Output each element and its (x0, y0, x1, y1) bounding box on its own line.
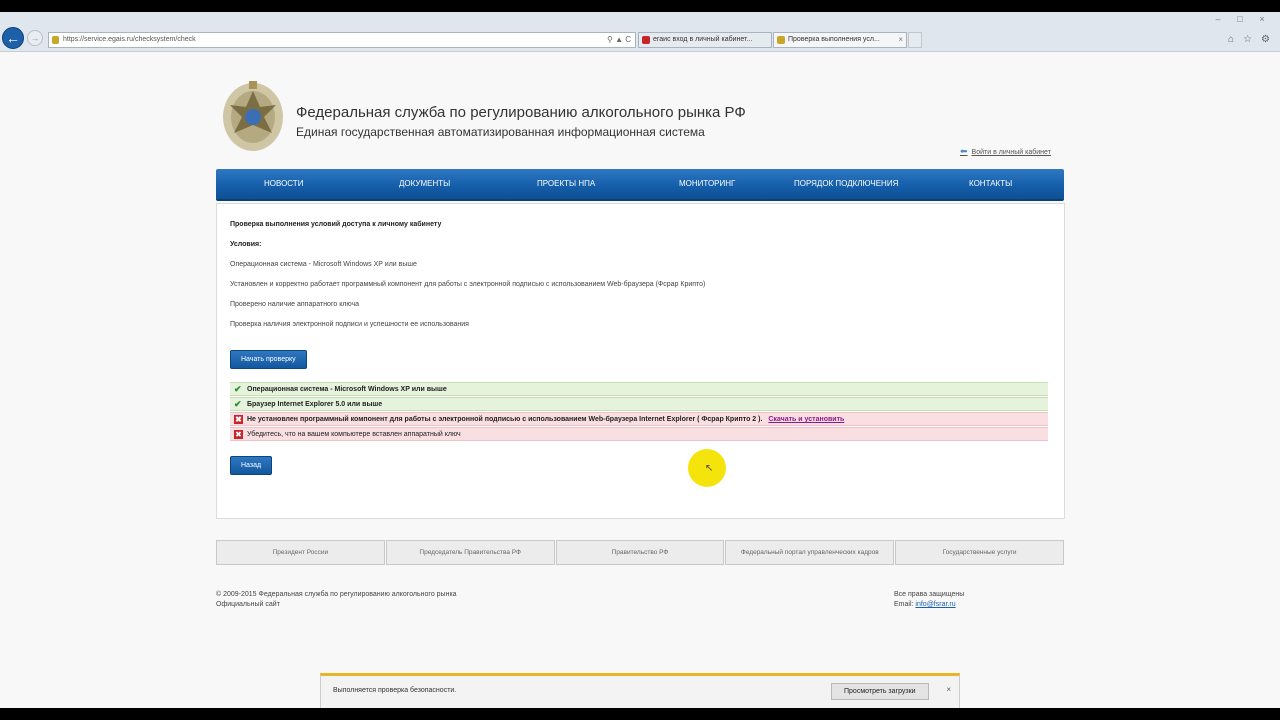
notification-bar: Выполняется проверка безопасности. Просм… (320, 673, 960, 708)
tab-label: егаис вход в личный кабинет... (653, 36, 753, 43)
browser-window: – □ × ← → https://service.egais.ru/check… (0, 12, 1280, 708)
copyright-block: © 2009-2015 Федеральная служба по регули… (216, 590, 457, 610)
result-row-ok: ✔ Браузер Internet Explorer 5.0 или выше (230, 397, 1048, 411)
download-install-link[interactable]: Скачать и установить (768, 416, 844, 423)
notification-text: Выполняется проверка безопасности. (333, 687, 457, 694)
result-row-ok: ✔ Операционная система - Microsoft Windo… (230, 382, 1048, 396)
new-tab-button[interactable] (908, 32, 922, 48)
minimize-button[interactable]: – (1208, 14, 1228, 24)
copyright-text: © 2009-2015 Федеральная служба по регули… (216, 591, 457, 598)
view-downloads-button[interactable]: Просмотреть загрузки (831, 683, 929, 700)
cursor-highlight: ↖ (688, 449, 726, 487)
tab-close-icon[interactable]: × (898, 33, 903, 47)
browser-chrome: – □ × ← → https://service.egais.ru/check… (0, 12, 1280, 52)
back-arrow-icon[interactable]: ← (2, 27, 24, 49)
page-heading: Проверка выполнения условий доступа к ли… (230, 221, 442, 228)
result-text: Не установлен программный компонент для … (247, 416, 763, 423)
address-actions-icon[interactable]: ⚲ ▲ C (607, 33, 631, 47)
condition-item: Операционная система - Microsoft Windows… (230, 261, 417, 268)
forward-arrow-icon[interactable]: → (27, 30, 43, 46)
maximize-button[interactable]: □ (1230, 14, 1250, 24)
error-x-icon: ✖ (234, 415, 243, 424)
result-text: Операционная система - Microsoft Windows… (247, 386, 447, 393)
result-text: Браузер Internet Explorer 5.0 или выше (247, 401, 383, 408)
result-row-error: ✖ Не установлен программный компонент дл… (230, 412, 1048, 426)
conditions-label: Условия: (230, 241, 262, 248)
nav-item-news[interactable]: НОВОСТИ (264, 179, 303, 188)
check-panel: Проверка выполнения условий доступа к ли… (216, 203, 1065, 519)
main-nav: НОВОСТИ ДОКУМЕНТЫ ПРОЕКТЫ НПА МОНИТОРИНГ… (216, 169, 1064, 201)
footer-link-chairman[interactable]: Председатель Правительства РФ (385, 540, 555, 565)
tab-check-conditions[interactable]: Проверка выполнения усл... × (773, 32, 907, 48)
check-icon: ✔ (234, 399, 242, 409)
email-label: Email: (894, 601, 914, 608)
email-line: Email: info@fsrar.ru (894, 600, 964, 610)
condition-item: Проверено наличие аппаратного ключа (230, 301, 360, 308)
browser-toolbar: ⌂ ☆ ⚙ (1228, 34, 1270, 45)
error-x-icon: ✖ (234, 430, 243, 439)
web-page: Федеральная служба по регулированию алко… (0, 53, 1280, 708)
nav-item-documents[interactable]: ДОКУМЕНТЫ (399, 179, 450, 188)
rights-text: Все права защищены (894, 591, 965, 598)
site-title: Федеральная служба по регулированию алко… (296, 104, 746, 121)
login-link-label: Войти в личный кабинет (971, 149, 1051, 156)
close-window-button[interactable]: × (1252, 14, 1272, 24)
login-link[interactable]: ⬅ Войти в личный кабинет (960, 146, 1051, 157)
login-arrow-icon: ⬅ (960, 146, 968, 156)
settings-gear-icon[interactable]: ⚙ (1261, 34, 1270, 45)
tab-favicon-icon (642, 36, 650, 44)
footer-link-president[interactable]: Президент России (216, 540, 385, 565)
notification-close-icon[interactable]: × (946, 685, 951, 694)
official-site-text: Официальный сайт (216, 601, 280, 608)
mouse-pointer-icon: ↖ (705, 463, 714, 474)
address-bar[interactable]: https://service.egais.ru/checksystem/che… (48, 32, 636, 48)
condition-item: Проверка наличия электронной подписи и у… (230, 321, 469, 328)
emblem-icon (223, 81, 283, 151)
nav-item-connection-order[interactable]: ПОРЯДОК ПОДКЛЮЧЕНИЯ (794, 179, 898, 188)
tab-egais-login[interactable]: егаис вход в личный кабинет... (638, 32, 772, 48)
condition-item: Установлен и корректно работает программ… (230, 281, 706, 288)
url-text: https://service.egais.ru/checksystem/che… (63, 36, 196, 43)
site-subtitle: Единая государственная автоматизированна… (296, 125, 705, 139)
tab-favicon-icon (777, 36, 785, 44)
window-controls: – □ × (1208, 14, 1272, 24)
favorites-star-icon[interactable]: ☆ (1243, 34, 1252, 45)
email-link[interactable]: info@fsrar.ru (915, 601, 955, 608)
site-icon (52, 36, 59, 44)
nav-item-contacts[interactable]: КОНТАКТЫ (969, 179, 1012, 188)
footer-links: Президент России Председатель Правительс… (216, 540, 1064, 565)
home-icon[interactable]: ⌂ (1228, 34, 1234, 45)
result-row-error: ✖ Убедитесь, что на вашем компьютере вст… (230, 427, 1048, 441)
tab-label: Проверка выполнения усл... (788, 36, 880, 43)
start-check-button[interactable]: Начать проверку (230, 350, 307, 369)
footer-link-hr-portal[interactable]: Федеральный портал управленческих кадров (725, 540, 895, 565)
nav-item-npa-projects[interactable]: ПРОЕКТЫ НПА (537, 179, 595, 188)
footer-link-gosuslugi[interactable]: Государственные услуги (895, 540, 1064, 565)
result-text: Убедитесь, что на вашем компьютере встав… (247, 431, 461, 438)
nav-item-monitoring[interactable]: МОНИТОРИНГ (679, 179, 735, 188)
back-button[interactable]: Назад (230, 456, 273, 475)
rights-block: Все права защищены Email: info@fsrar.ru (894, 590, 964, 610)
check-icon: ✔ (234, 384, 242, 394)
footer-link-government[interactable]: Правительство РФ (555, 540, 725, 565)
